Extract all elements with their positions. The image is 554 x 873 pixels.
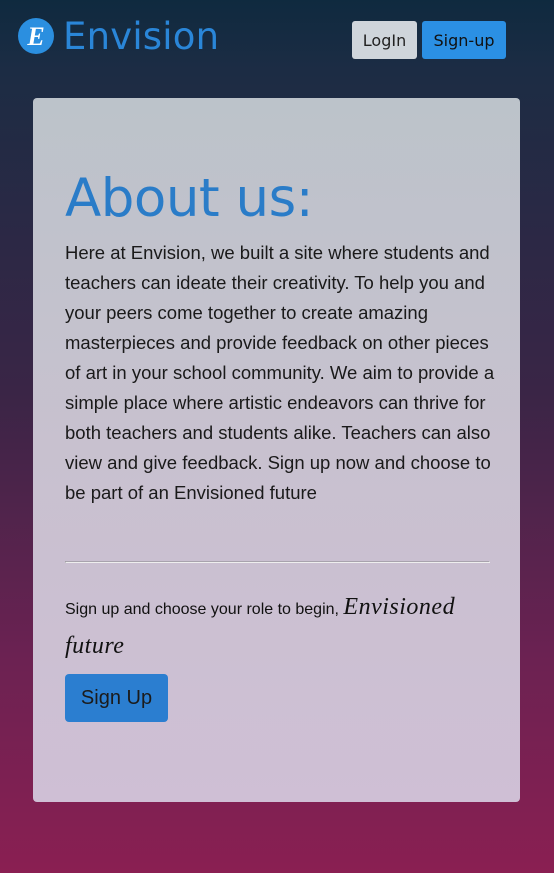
about-card: About us: Here at Envision, we built a s…	[33, 98, 520, 802]
brand-link[interactable]: E Envision	[18, 14, 219, 58]
cta-text: Sign up and choose your role to begin, E…	[65, 589, 485, 667]
envision-logo-icon: E	[18, 18, 54, 54]
signup-button[interactable]: Sign Up	[65, 674, 168, 722]
about-title: About us:	[65, 168, 314, 229]
divider	[65, 561, 490, 563]
brand-name: Envision	[63, 14, 220, 58]
signup-nav-button[interactable]: Sign-up	[422, 21, 506, 59]
login-button[interactable]: LogIn	[352, 21, 417, 59]
navbar: E Envision LogIn Sign-up	[0, 0, 554, 80]
about-description: Here at Envision, we built a site where …	[65, 242, 495, 503]
svg-text:E: E	[26, 22, 44, 51]
cta-lead: Sign up and choose your role to begin,	[65, 601, 339, 618]
